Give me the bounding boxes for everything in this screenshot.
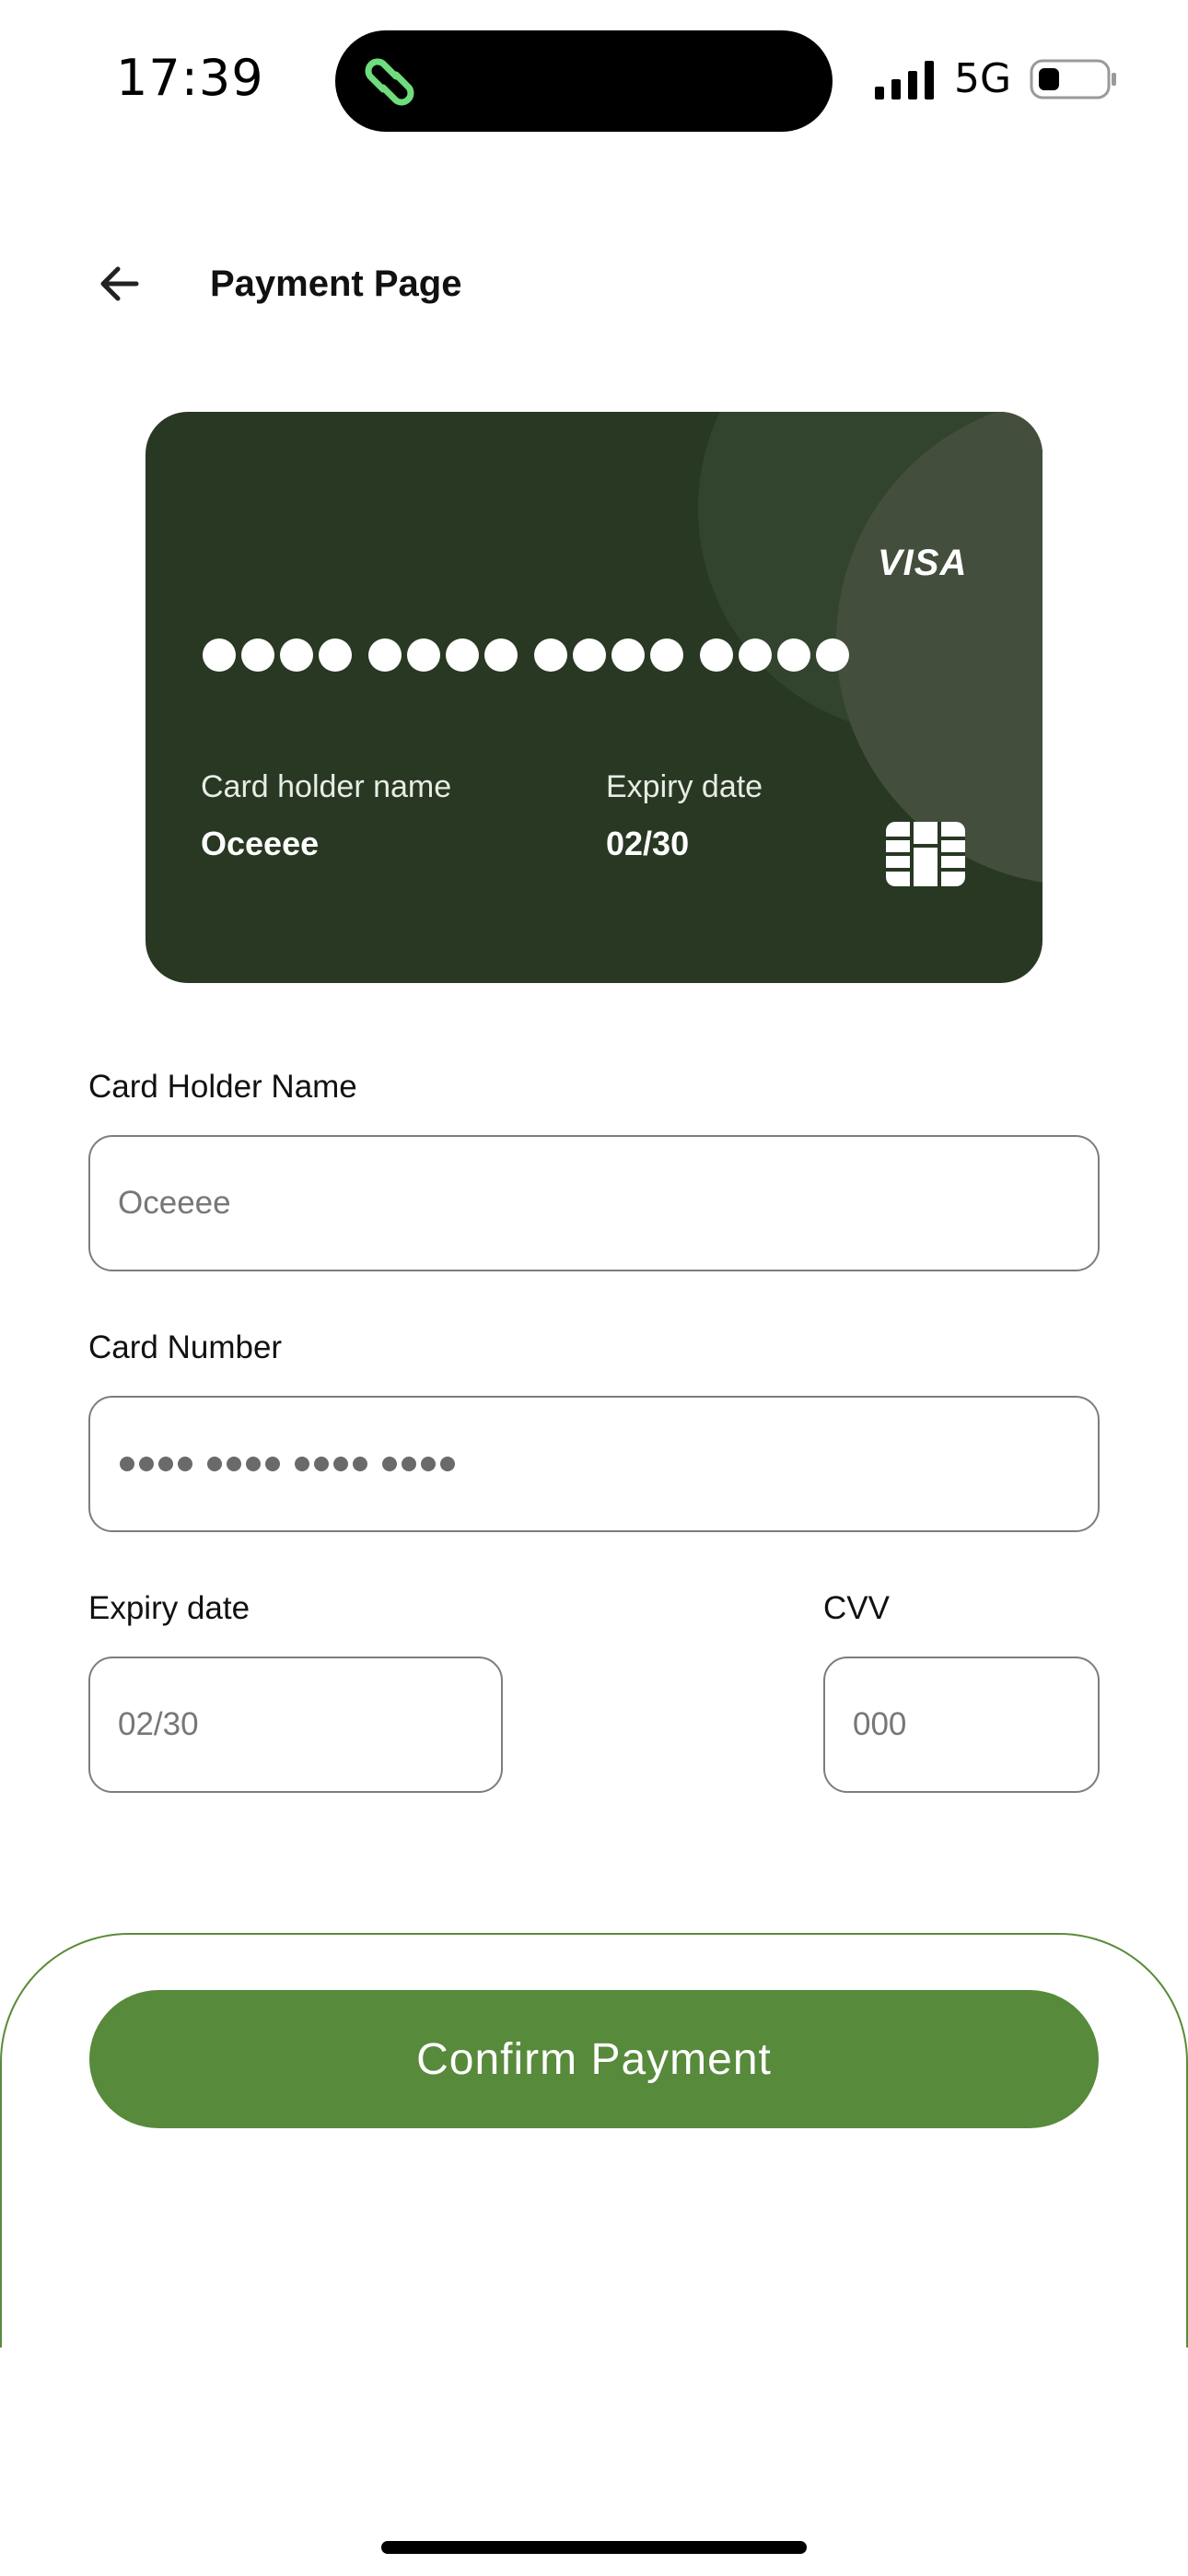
- card-holder-value: Oceeee: [201, 825, 320, 862]
- card-holder-name-input[interactable]: Oceeee: [88, 1135, 1100, 1271]
- card-holder-name-label: Card Holder Name: [88, 1069, 357, 1105]
- card-expiry-value: 02/30: [606, 825, 690, 862]
- card-holder-label: Card holder name: [201, 769, 452, 804]
- cvv-label: CVV: [823, 1590, 890, 1626]
- expiry-date-input[interactable]: 02/30: [88, 1657, 503, 1793]
- card-number-input[interactable]: [88, 1396, 1100, 1532]
- visa-logo: VISA: [878, 543, 968, 583]
- cvv-input[interactable]: 000: [823, 1657, 1100, 1793]
- home-indicator: [381, 2541, 807, 2554]
- chip-icon: [886, 822, 965, 886]
- link-icon: [365, 58, 414, 106]
- dynamic-island: [335, 30, 833, 132]
- back-button[interactable]: [92, 254, 151, 313]
- battery-icon: [1030, 59, 1116, 100]
- card-number-label: Card Number: [88, 1329, 283, 1365]
- card-preview: VISA Card holder name Oceeee Expiry date…: [146, 412, 1042, 983]
- card-number-masked: [203, 638, 849, 672]
- cvv-placeholder: 000: [853, 1706, 907, 1742]
- card-number-placeholder: [120, 1398, 455, 1530]
- expiry-date-placeholder: 02/30: [118, 1706, 199, 1742]
- expiry-date-label: Expiry date: [88, 1590, 250, 1626]
- page-title: Payment Page: [210, 263, 462, 304]
- signal-icon: [875, 61, 934, 100]
- card-holder-name-placeholder: Oceeee: [118, 1185, 231, 1221]
- network-label: 5G: [954, 55, 1012, 102]
- confirm-payment-button[interactable]: Confirm Payment: [89, 1990, 1099, 2128]
- status-time: 17:39: [116, 49, 264, 107]
- card-expiry-label: Expiry date: [606, 769, 763, 804]
- payment-screen: 17:39 5G Payment Page VISA Card holder n…: [0, 0, 1188, 2576]
